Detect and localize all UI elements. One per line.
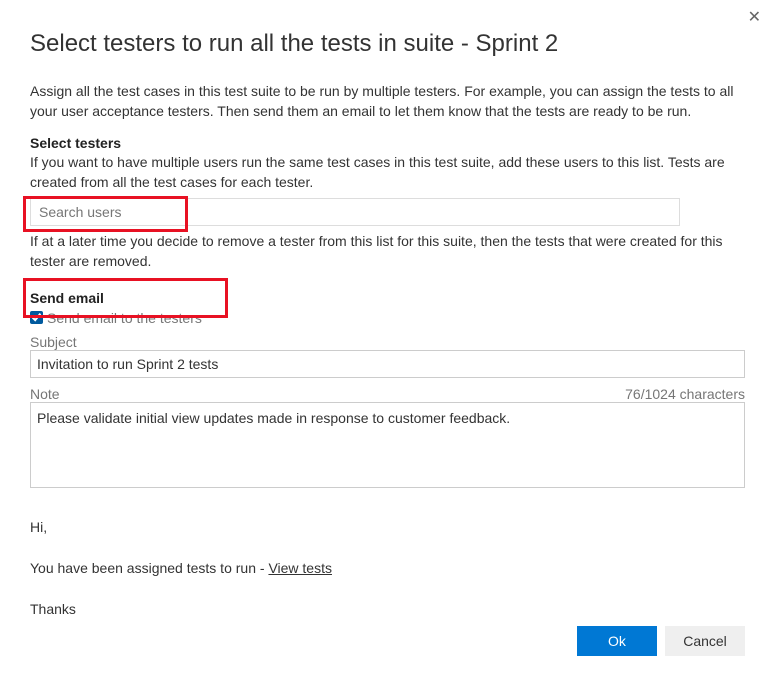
view-tests-link[interactable]: View tests [268,560,332,576]
email-preview: Hi, You have been assigned tests to run … [30,517,745,620]
select-testers-dialog: ✕ Select testers to run all the tests in… [0,0,775,676]
preview-signoff: Thanks [30,599,745,620]
select-testers-help: If you want to have multiple users run t… [30,153,745,192]
subject-label: Subject [30,334,745,350]
send-email-checkbox[interactable] [30,311,43,324]
note-char-counter: 76/1024 characters [625,386,745,402]
select-testers-heading: Select testers [30,135,745,151]
subject-input[interactable] [30,350,745,378]
send-email-checkbox-label: Send email to the testers [47,310,202,326]
search-users-input[interactable] [30,198,680,226]
preview-body: You have been assigned tests to run - Vi… [30,558,745,579]
preview-greeting: Hi, [30,517,745,538]
dialog-title: Select testers to run all the tests in s… [30,30,745,58]
dialog-description: Assign all the test cases in this test s… [30,82,745,121]
send-email-checkbox-row[interactable]: Send email to the testers [30,310,745,326]
preview-line1: You have been assigned tests to run - [30,560,268,576]
cancel-button[interactable]: Cancel [665,626,745,656]
close-icon[interactable]: ✕ [748,10,761,26]
ok-button[interactable]: Ok [577,626,657,656]
dialog-footer: Ok Cancel [577,626,745,656]
note-textarea[interactable] [30,402,745,488]
remove-tester-note: If at a later time you decide to remove … [30,232,745,271]
send-email-heading: Send email [30,290,745,306]
note-label: Note [30,386,60,402]
